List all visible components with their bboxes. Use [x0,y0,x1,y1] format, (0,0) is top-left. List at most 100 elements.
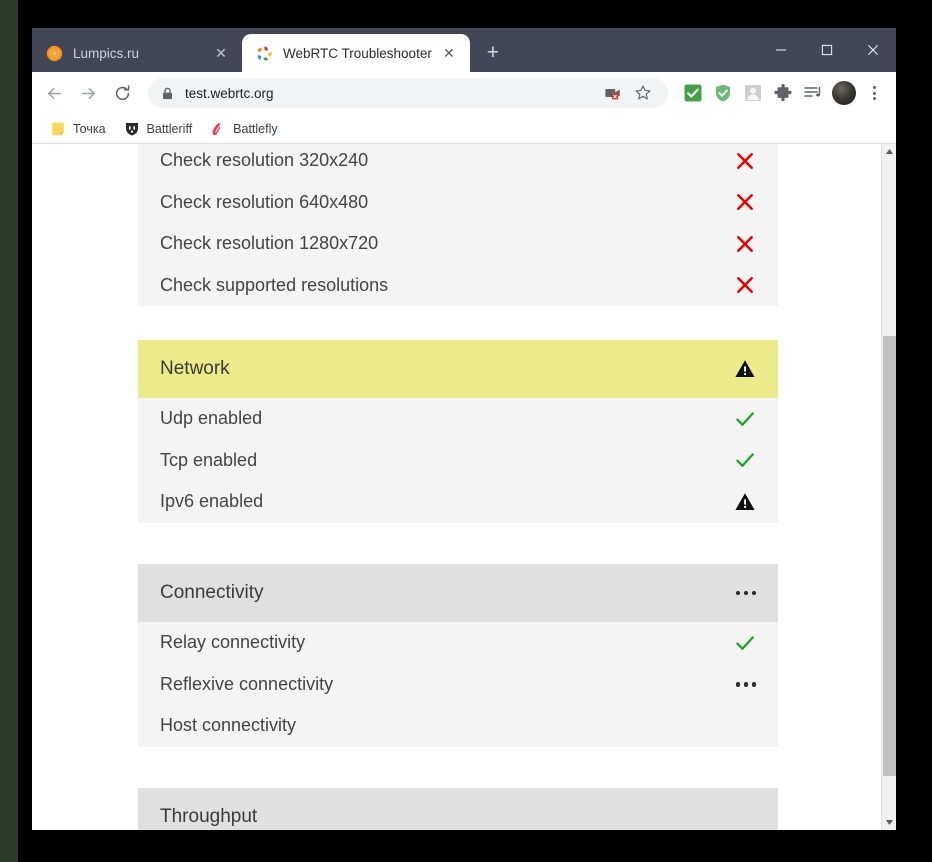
forward-button[interactable] [72,77,104,109]
x-mark-glyph [737,194,753,211]
check-mark-glyph [736,453,754,468]
test-row[interactable]: Check resolution 640x480 [138,181,778,223]
browser-menu-button[interactable] [860,78,888,108]
status-pass-icon [734,449,756,471]
camera-blocked-icon[interactable] [600,80,626,106]
section-header-throughput[interactable]: Throughput [138,788,778,830]
extension-icons [678,78,828,108]
kebab-dot [872,86,876,89]
section-network: Network Udp enabled Tcp enabled Ipv6 ena… [138,340,778,523]
bookmark-star-icon[interactable] [630,80,656,106]
green-check-glyph [684,84,702,102]
test-row[interactable]: Tcp enabled [138,439,778,481]
scrollbar-thumb[interactable] [883,336,896,776]
person-card-glyph [745,85,761,101]
progress-dot [751,682,756,687]
arrow-right-icon [81,87,95,99]
test-row[interactable]: Check supported resolutions [138,264,778,306]
status-fail-icon [734,191,756,213]
status-running-icon [735,682,756,687]
warning-triangle-glyph [735,360,755,377]
tab-lumpics[interactable]: Lumpics.ru ✕ [32,34,242,72]
page-scrollbar[interactable] [881,144,896,830]
bookmark-label: Battlefly [233,121,278,136]
test-label: Check resolution 1280x720 [160,233,379,254]
scroll-up-button[interactable] [882,144,896,159]
webrtc-pinwheel-icon [257,45,272,61]
tab-title: Lumpics.ru [73,45,140,61]
progress-dot [743,682,748,687]
status-fail-icon [734,233,756,255]
progress-dot [751,590,756,596]
dark-shield-icon [125,122,138,135]
adguard-shield-icon[interactable] [708,78,738,108]
check-mark-glyph [736,412,754,426]
test-label: Reflexive connectivity [160,673,334,694]
tab-close-button[interactable]: ✕ [438,42,460,64]
status-pass-icon [734,632,756,654]
new-tab-button[interactable]: + [478,38,508,68]
bookmark-battleriff[interactable]: Battleriff [116,118,201,140]
address-bar[interactable]: test.webrtc.org [148,78,668,108]
red-flame-icon [212,122,223,135]
playlist-music-icon[interactable] [798,78,828,108]
test-row[interactable]: Check resolution 1280x720 [138,223,778,265]
window-controls [758,28,896,72]
test-label: Check supported resolutions [160,274,389,295]
arrow-left-icon [47,87,61,99]
test-label: Tcp enabled [160,449,258,470]
bookmark-tochka[interactable]: Точка [42,118,114,140]
close-button[interactable] [850,28,896,72]
webrtc-troubleshooter-page: Check resolution 320x240 Check resolutio… [32,144,881,830]
avatar[interactable] [832,81,856,105]
section-camera-resolutions: Check resolution 320x240 Check resolutio… [138,144,778,306]
progress-dot [743,590,748,596]
test-label: Host connectivity [160,715,297,736]
test-row[interactable]: Reflexive connectivity [138,663,778,705]
reload-icon [115,84,129,100]
test-label: Udp enabled [160,408,263,429]
ellipsis-progress-glyph [735,682,756,687]
test-label: Check resolution 640x480 [160,191,369,212]
scroll-down-button[interactable] [882,815,896,830]
section-header-network[interactable]: Network [138,340,778,398]
grey-person-extension-icon[interactable] [738,78,768,108]
test-row[interactable]: Check resolution 320x240 [138,144,778,182]
status-warning-icon [734,358,756,380]
test-row[interactable]: Udp enabled [138,398,778,440]
minimize-icon [776,49,786,51]
test-row[interactable]: Ipv6 enabled [138,481,778,523]
back-button[interactable] [38,77,70,109]
tab-strip: Lumpics.ru ✕ WebRTC Troubleshooter ✕ + [32,28,896,72]
puzzle-glyph [774,83,792,102]
tab-close-button[interactable]: ✕ [210,42,232,64]
test-row[interactable]: Relay connectivity [138,622,778,664]
minimize-button[interactable] [758,28,804,72]
reload-button[interactable] [106,77,138,109]
bookmark-battlefly[interactable]: Battlefly [202,118,285,140]
omnibox-actions [596,80,656,106]
kebab-dot [872,97,876,100]
check-mark-glyph [736,636,754,650]
tab-webrtc-troubleshooter[interactable]: WebRTC Troubleshooter ✕ [242,34,470,72]
kebab-dot [872,91,876,95]
section-header-connectivity[interactable]: Connectivity [138,564,778,622]
tab-title: WebRTC Troubleshooter [283,45,432,61]
page-viewport: Check resolution 320x240 Check resolutio… [32,144,896,830]
test-label: Check resolution 320x240 [160,150,369,171]
status-fail-icon [734,150,756,172]
section-connectivity: Connectivity Relay connectivity Reflexiv… [138,564,778,747]
playlist-glyph [804,86,821,97]
test-label: Ipv6 enabled [160,491,264,512]
x-mark-glyph [737,235,753,252]
status-running-icon [735,590,756,596]
puzzle-extensions-icon[interactable] [768,78,798,108]
maximize-icon [821,44,833,56]
maximize-button[interactable] [804,28,850,72]
test-row[interactable]: Host connectivity [138,705,778,747]
green-check-extension-icon[interactable] [678,78,708,108]
section-title: Connectivity [160,582,264,603]
browser-window: Lumpics.ru ✕ WebRTC Troubleshooter ✕ + t… [32,28,896,830]
bookmark-label: Battleriff [146,121,193,136]
test-label: Relay connectivity [160,632,306,653]
